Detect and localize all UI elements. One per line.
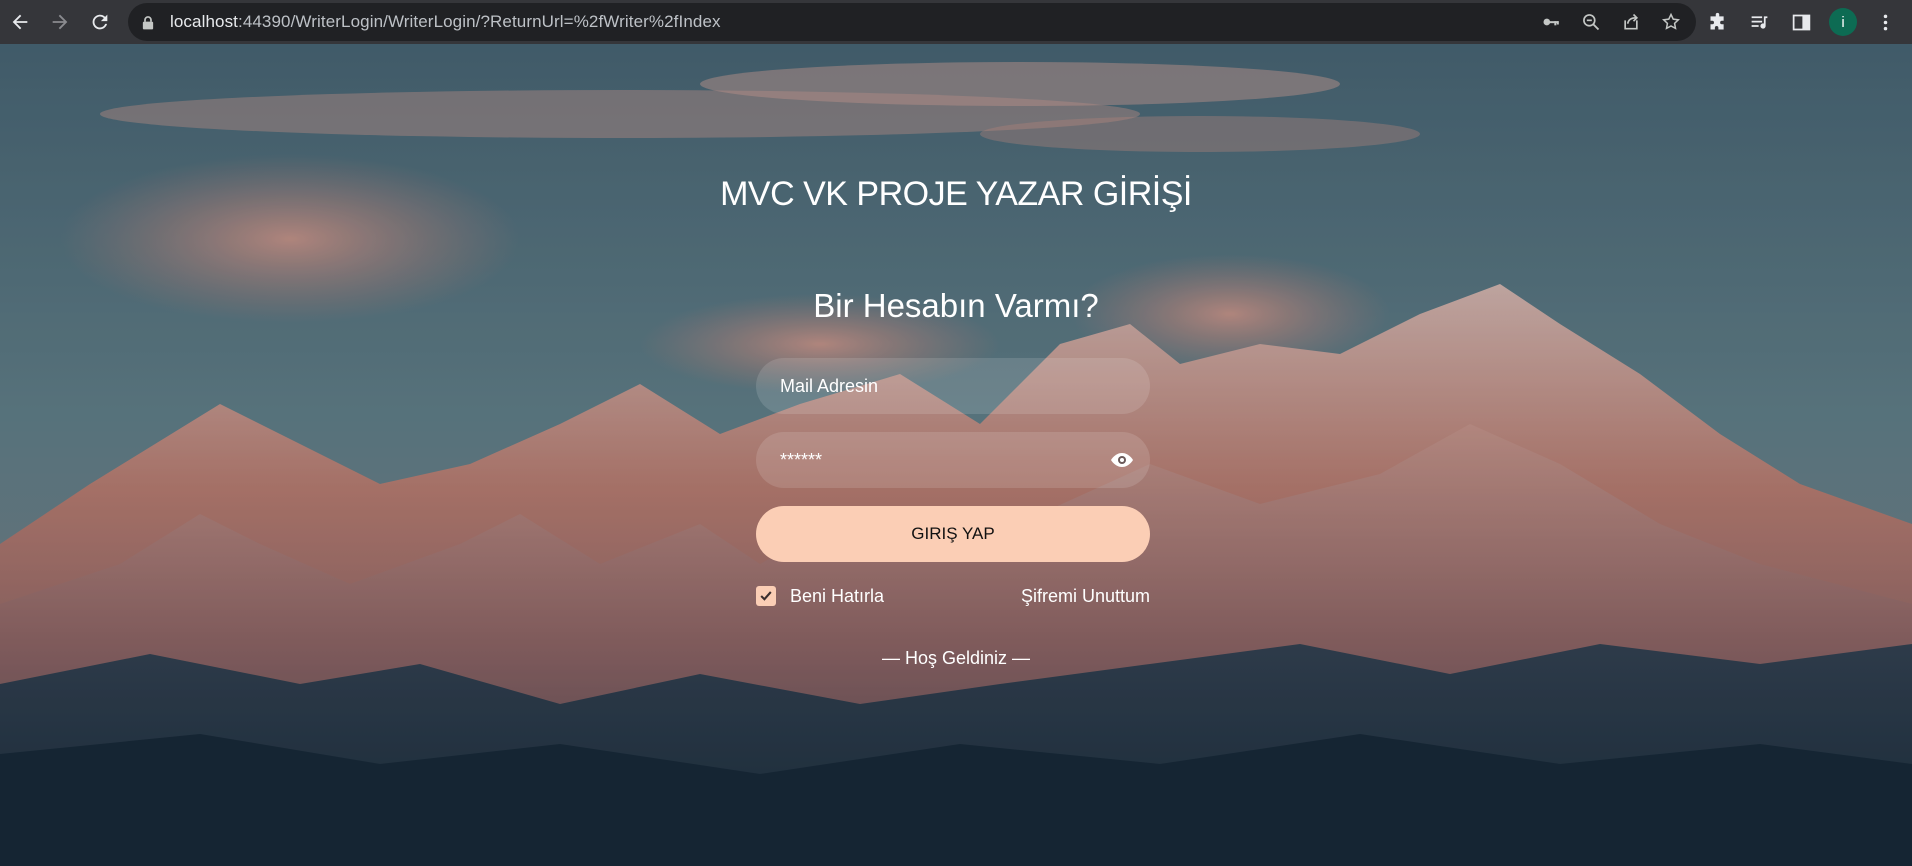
lock-icon (142, 14, 156, 30)
arrow-right-icon (52, 14, 68, 30)
zoom-out-icon[interactable] (1576, 7, 1606, 37)
remember-checkbox[interactable] (756, 586, 776, 606)
extensions-icon[interactable] (1700, 5, 1734, 39)
reload-button[interactable] (80, 0, 120, 44)
login-subtitle: Bir Hesabın Varmı? (813, 287, 1099, 324)
remember-me[interactable]: Beni Hatırla (756, 584, 884, 608)
avatar: i (1829, 8, 1857, 36)
address-bar[interactable]: localhost:44390/WriterLogin/WriterLogin/… (128, 3, 1696, 41)
email-field[interactable]: Mail Adresin (756, 358, 1150, 414)
login-page: MVC VK PROJE YAZAR GİRİŞİ Bir Hesabın Va… (0, 44, 1912, 866)
share-icon[interactable] (1616, 7, 1646, 37)
url-text: localhost:44390/WriterLogin/WriterLogin/… (170, 12, 721, 32)
email-placeholder: Mail Adresin (780, 375, 879, 396)
side-panel-icon[interactable] (1784, 5, 1818, 39)
back-button[interactable] (0, 0, 40, 44)
arrow-left-icon (12, 14, 28, 30)
profile-button[interactable]: i (1826, 5, 1860, 39)
password-field[interactable]: ****** (756, 432, 1150, 488)
browser-toolbar: localhost:44390/WriterLogin/WriterLogin/… (0, 0, 1912, 44)
reload-icon (92, 14, 108, 30)
media-queue-icon[interactable] (1742, 5, 1776, 39)
checkmark-icon (760, 591, 772, 601)
url-path: :44390/WriterLogin/WriterLogin/?ReturnUr… (238, 12, 721, 31)
key-icon[interactable] (1536, 7, 1566, 37)
menu-kebab-icon[interactable] (1868, 5, 1902, 39)
show-password-eye-icon[interactable] (1110, 448, 1134, 472)
forgot-password-link[interactable]: Şifremi Unuttum (1021, 584, 1150, 608)
password-value: ****** (780, 449, 823, 470)
url-host: localhost (170, 12, 238, 31)
bookmark-star-icon[interactable] (1656, 7, 1686, 37)
welcome-text: — Hoş Geldiniz — (881, 648, 1031, 668)
remember-label: Beni Hatırla (790, 585, 885, 606)
forward-button[interactable] (40, 0, 80, 44)
login-button[interactable]: GIRIŞ YAP (756, 506, 1150, 562)
page-title: MVC VK PROJE YAZAR GİRİŞİ (720, 175, 1192, 213)
